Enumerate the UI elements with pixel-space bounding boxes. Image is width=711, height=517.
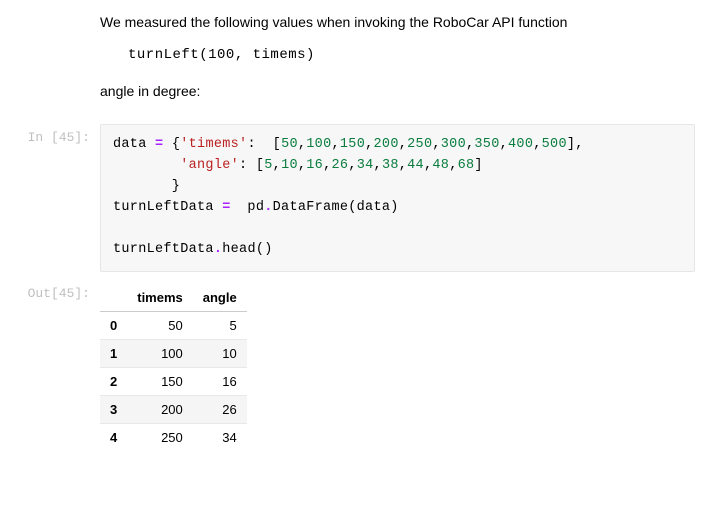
cell: 34 [193,423,247,451]
row-index: 3 [100,395,127,423]
markdown-cell: We measured the following values when in… [0,8,711,120]
row-index: 2 [100,367,127,395]
cell: 16 [193,367,247,395]
inline-code: turnLeft(100, timems) [128,47,695,63]
table-row: 4 250 34 [100,423,247,451]
row-index: 0 [100,311,127,339]
cell: 26 [193,395,247,423]
code-input[interactable]: data = {'timems': [50,100,150,200,250,30… [100,124,695,272]
markdown-prompt [0,12,100,18]
notebook: We measured the following values when in… [0,0,711,463]
table-row: 2 150 16 [100,367,247,395]
cell: 250 [127,423,193,451]
markdown-body: We measured the following values when in… [100,12,711,116]
cell: 10 [193,339,247,367]
index-header [100,284,127,312]
code-body: data = {'timems': [50,100,150,200,250,30… [100,124,711,272]
table-row: 0 50 5 [100,311,247,339]
cell: 50 [127,311,193,339]
cell: 200 [127,395,193,423]
intro-text: We measured the following values when in… [100,12,695,33]
table-row: 3 200 26 [100,395,247,423]
row-index: 1 [100,339,127,367]
dataframe-table: timems angle 0 50 5 1 100 10 [100,284,247,451]
cell: 150 [127,367,193,395]
output-body: timems angle 0 50 5 1 100 10 [100,280,711,451]
in-prompt: In [45]: [0,124,100,145]
row-index: 4 [100,423,127,451]
code-cell: In [45]: data = {'timems': [50,100,150,2… [0,120,711,276]
angle-label: angle in degree: [100,81,695,102]
col-header-angle: angle [193,284,247,312]
output-cell: Out[45]: timems angle 0 50 5 [0,276,711,455]
col-header-timems: timems [127,284,193,312]
cell: 5 [193,311,247,339]
out-prompt: Out[45]: [0,280,100,301]
table-row: 1 100 10 [100,339,247,367]
cell: 100 [127,339,193,367]
